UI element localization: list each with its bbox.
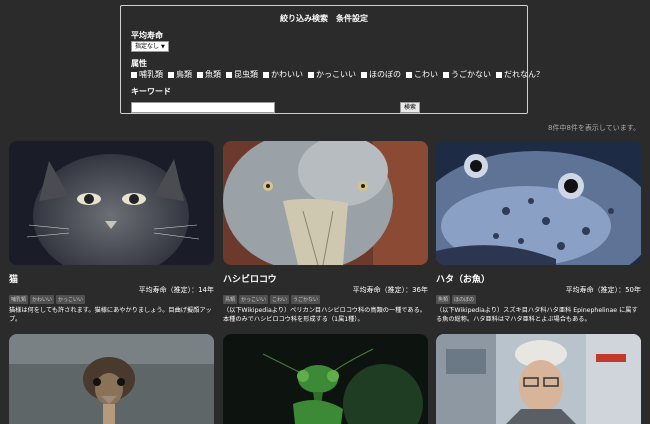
checkbox-label: 哺乳類 — [139, 70, 163, 79]
checkbox-bird[interactable]: 鳥類 — [168, 69, 192, 80]
checkbox-label: 鳥類 — [176, 70, 192, 79]
card-title: ハシビロコウ — [223, 275, 277, 285]
lifespan-select-value: 指定なし — [135, 43, 160, 50]
checkbox-box[interactable] — [496, 71, 502, 78]
card-lifespan: 平均寿命（推定）：50年 — [565, 286, 641, 294]
cat-image[interactable] — [9, 141, 214, 265]
checkbox-who[interactable]: だれなん？ — [496, 69, 544, 80]
checkbox-insect[interactable]: 昆虫類 — [226, 69, 258, 80]
checkbox-label: 魚類 — [205, 70, 221, 79]
card-tags: 魚類 ほのぼの — [436, 295, 477, 304]
checkbox-heartwarming[interactable]: ほのぼの — [361, 69, 401, 80]
checkbox-box[interactable] — [168, 71, 174, 78]
tag: かわいい — [30, 295, 55, 304]
checkbox-label: かわいい — [271, 70, 303, 79]
checkbox-label: こわい — [414, 70, 438, 79]
checkbox-fish[interactable]: 魚類 — [197, 69, 221, 80]
checkbox-box[interactable] — [131, 71, 137, 78]
checkbox-box[interactable] — [226, 71, 232, 78]
lifespan-label: 平均寿命 — [131, 31, 163, 40]
checkbox-mammal[interactable]: 哺乳類 — [131, 69, 163, 80]
checkbox-label: かっこいい — [316, 70, 356, 79]
card-title: ハタ（お魚） — [436, 275, 491, 285]
checkbox-label: うごかない — [451, 70, 491, 79]
tag: ほのぼの — [452, 295, 477, 304]
checkbox-label: だれなん？ — [504, 70, 544, 79]
keyword-label: キーワード — [131, 87, 171, 96]
shoebill-image[interactable] — [223, 141, 428, 265]
chevron-down-icon: ▼ — [161, 44, 165, 50]
tag: うごかない — [291, 295, 321, 304]
card-description: （以下Wikipediaより）スズキ目ハタ科ハタ亜科 Epinephelinae… — [436, 307, 638, 323]
checkbox-cute[interactable]: かわいい — [263, 69, 303, 80]
checkbox-box[interactable] — [197, 71, 203, 78]
grouper-image[interactable] — [436, 141, 641, 265]
checkbox-box[interactable] — [263, 71, 269, 78]
checkbox-box[interactable] — [308, 71, 314, 78]
attribute-checkboxes: 哺乳類 鳥類 魚類 昆虫類 かわいい かっこいい ほのぼの こわい うごかない … — [131, 69, 544, 80]
tag: こわい — [270, 295, 290, 304]
card-tags: 鳥類 かっこいい こわい うごかない — [223, 295, 321, 304]
tag: かっこいい — [56, 295, 86, 304]
card-description: （以下Wikipediaより）ペリカン目ハシビロコウ科の鳥類の一種である。本種の… — [223, 307, 426, 323]
card-lifespan: 平均寿命（推定）：36年 — [352, 286, 428, 294]
ostrich-image[interactable] — [9, 334, 214, 424]
tag: かっこいい — [239, 295, 269, 304]
checkbox-box[interactable] — [406, 71, 412, 78]
card-title: 猫 — [9, 275, 19, 285]
lifespan-select[interactable]: 指定なし ▼ — [131, 41, 169, 52]
checkbox-label: ほのぼの — [369, 70, 401, 79]
checkbox-scary[interactable]: こわい — [406, 69, 438, 80]
tag: 鳥類 — [223, 295, 238, 304]
attribute-label: 属性 — [131, 59, 147, 68]
keyword-input[interactable] — [131, 102, 275, 113]
card-description: 猫様は何をしても許されます。猫様にあやかりましょう。目曲げ擬顔アップ。 — [9, 307, 212, 323]
checkbox-label: 昆虫類 — [234, 70, 258, 79]
card-lifespan: 平均寿命（推定）：14年 — [138, 286, 214, 294]
checkbox-still[interactable]: うごかない — [443, 69, 491, 80]
person-image[interactable] — [436, 334, 641, 424]
search-panel-title: 絞り込み検索 条件設定 — [280, 14, 368, 23]
mantis-image[interactable] — [223, 334, 428, 424]
checkbox-cool[interactable]: かっこいい — [308, 69, 356, 80]
tag: 魚類 — [436, 295, 451, 304]
checkbox-box[interactable] — [361, 71, 367, 78]
search-button[interactable]: 検索 — [400, 102, 421, 113]
result-count: 8件中8件を表示しています。 — [548, 124, 640, 132]
search-panel: 絞り込み検索 条件設定 平均寿命 指定なし ▼ 属性 哺乳類 鳥類 魚類 昆虫類 … — [120, 5, 544, 114]
card-tags: 哺乳類 かわいい かっこいい — [9, 295, 86, 304]
checkbox-box[interactable] — [443, 71, 449, 78]
tag: 哺乳類 — [9, 295, 29, 304]
